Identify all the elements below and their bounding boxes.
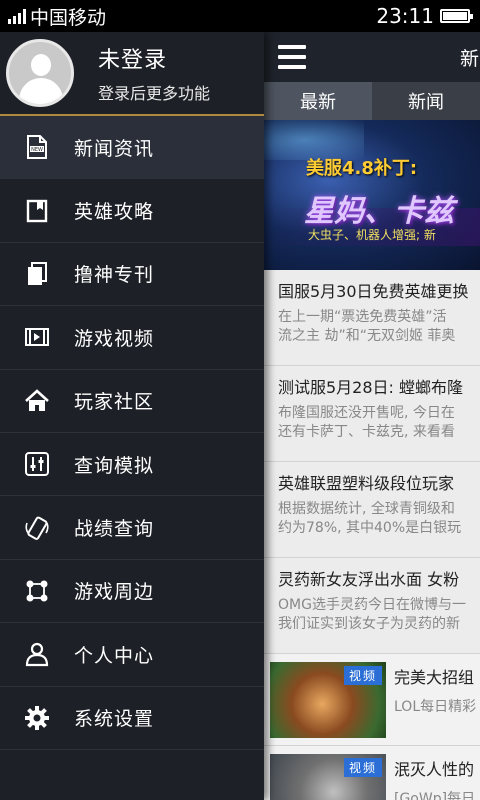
clock: 23:11 (376, 4, 434, 28)
home-icon (24, 388, 50, 414)
magazine-icon (24, 261, 50, 287)
menu-item-game-video[interactable]: 游戏视频 (0, 306, 264, 370)
video-thumbnail: 视频 (270, 754, 386, 800)
banner-headline: 美服4.8补丁: (306, 158, 418, 179)
user-icon (24, 641, 50, 667)
video-summary: [GoWp]每日 (394, 791, 476, 800)
news-item[interactable]: 灵药新女友浮出水面 女粉 OMG选手灵药今日在微博与一 我们证实到该女子为灵药的新 (264, 558, 480, 654)
signal-icon (8, 8, 26, 24)
menu-label: 游戏周边 (74, 581, 155, 604)
menu-item-merch[interactable]: 游戏周边 (0, 560, 264, 624)
carrier-label: 中国移动 (30, 6, 107, 29)
video-thumbnail: 视频 (270, 662, 386, 738)
menu-item-news[interactable]: NEW 新闻资讯 (0, 116, 264, 180)
news-title: 国服5月30日免费英雄更换 (278, 282, 469, 301)
banner-caption: 大虫子、机器人增强; 新 (308, 228, 436, 242)
menu-icon[interactable] (278, 45, 306, 69)
video-item[interactable]: 视频 泯灭人性的 [GoWp]每日 (264, 746, 480, 800)
phone-vibrate-icon (24, 515, 50, 541)
battery-icon (440, 9, 473, 23)
menu-item-magazine[interactable]: 撸神专刊 (0, 243, 264, 307)
menu-item-query-sim[interactable]: 查询模拟 (0, 433, 264, 497)
news-summary: 根据数据统计, 全球青铜级和 约为78%, 其中40%是白银玩 (278, 501, 462, 536)
menu-label: 系统设置 (74, 708, 155, 731)
tab-news[interactable]: 新闻 (372, 82, 480, 120)
menu-label: 游戏视频 (74, 327, 155, 350)
video-title: 泯灭人性的 (394, 760, 475, 779)
menu-item-settings[interactable]: 系统设置 (0, 687, 264, 750)
profile-name: 未登录 (98, 48, 168, 73)
news-title: 灵药新女友浮出水面 女粉 (278, 570, 460, 589)
news-title: 测试服5月28日: 螳螂布隆 (278, 378, 464, 397)
video-title: 完美大招组 (394, 668, 475, 687)
gear-icon (24, 705, 50, 731)
nodes-icon (24, 578, 50, 604)
news-item[interactable]: 英雄联盟塑料级段位玩家 根据数据统计, 全球青铜级和 约为78%, 其中40%是白… (264, 462, 480, 558)
featured-banner[interactable]: 美服4.8补丁: 星妈、卡兹 大虫子、机器人增强; 新 (264, 120, 480, 270)
profile-subtitle: 登录后更多功能 (98, 84, 211, 103)
news-title: 英雄联盟塑料级段位玩家 (278, 474, 455, 493)
news-summary: 布隆国服还没开售呢, 今日在 还有卡萨丁、卡兹克, 来看看 (278, 405, 455, 440)
news-item[interactable]: 国服5月30日免费英雄更换 在上一期“票选免费英雄”活 流之主 劫”和“无双剑姬 … (264, 270, 480, 366)
avatar[interactable] (6, 39, 74, 107)
menu-label: 查询模拟 (74, 454, 155, 477)
video-badge: 视频 (343, 758, 382, 777)
main-content: 新 最新 新闻 美服4.8补丁: 星妈、卡兹 大虫子、机器人增强; 新 国服5月… (264, 32, 480, 800)
menu-item-hero-guide[interactable]: 英雄攻略 (0, 179, 264, 243)
video-item[interactable]: 视频 完美大招组 LOL每日精彩 (264, 654, 480, 746)
menu-label: 新闻资讯 (74, 137, 155, 160)
menu-label: 战绩查询 (74, 518, 155, 541)
menu-item-personal-center[interactable]: 个人中心 (0, 623, 264, 687)
banner-title: 星妈、卡兹 (304, 194, 454, 229)
top-app-bar: 新 (264, 32, 480, 82)
menu-label: 个人中心 (74, 644, 155, 667)
news-item[interactable]: 测试服5月28日: 螳螂布隆 布隆国服还没开售呢, 今日在 还有卡萨丁、卡兹克, … (264, 366, 480, 462)
news-summary: OMG选手灵药今日在微博与一 我们证实到该女子为灵药的新 (278, 597, 466, 632)
navigation-drawer: 未登录 登录后更多功能 NEW 新闻资讯 英雄攻略 撸神专刊 游戏视频 玩家社区 (0, 32, 264, 800)
menu-item-record-query[interactable]: 战绩查询 (0, 496, 264, 560)
page-title: 新 (460, 47, 480, 70)
sliders-icon (24, 451, 50, 477)
menu-label: 撸神专刊 (74, 264, 155, 287)
menu-item-community[interactable]: 玩家社区 (0, 370, 264, 433)
tab-latest[interactable]: 最新 (264, 82, 372, 120)
news-summary: 在上一期“票选免费英雄”活 流之主 劫”和“无双剑姬 菲奥 (278, 309, 456, 344)
menu-label: 玩家社区 (74, 391, 155, 414)
menu-label: 英雄攻略 (74, 201, 155, 224)
news-icon: NEW (24, 134, 50, 160)
status-bar: 中国移动 23:11 (0, 0, 480, 32)
svg-text:NEW: NEW (31, 147, 43, 153)
tab-bar: 最新 新闻 (264, 82, 480, 120)
profile-header[interactable]: 未登录 登录后更多功能 (0, 32, 264, 116)
guide-book-icon (24, 198, 50, 224)
video-summary: LOL每日精彩 (394, 699, 477, 715)
video-film-icon (24, 324, 50, 350)
video-badge: 视频 (343, 666, 382, 685)
